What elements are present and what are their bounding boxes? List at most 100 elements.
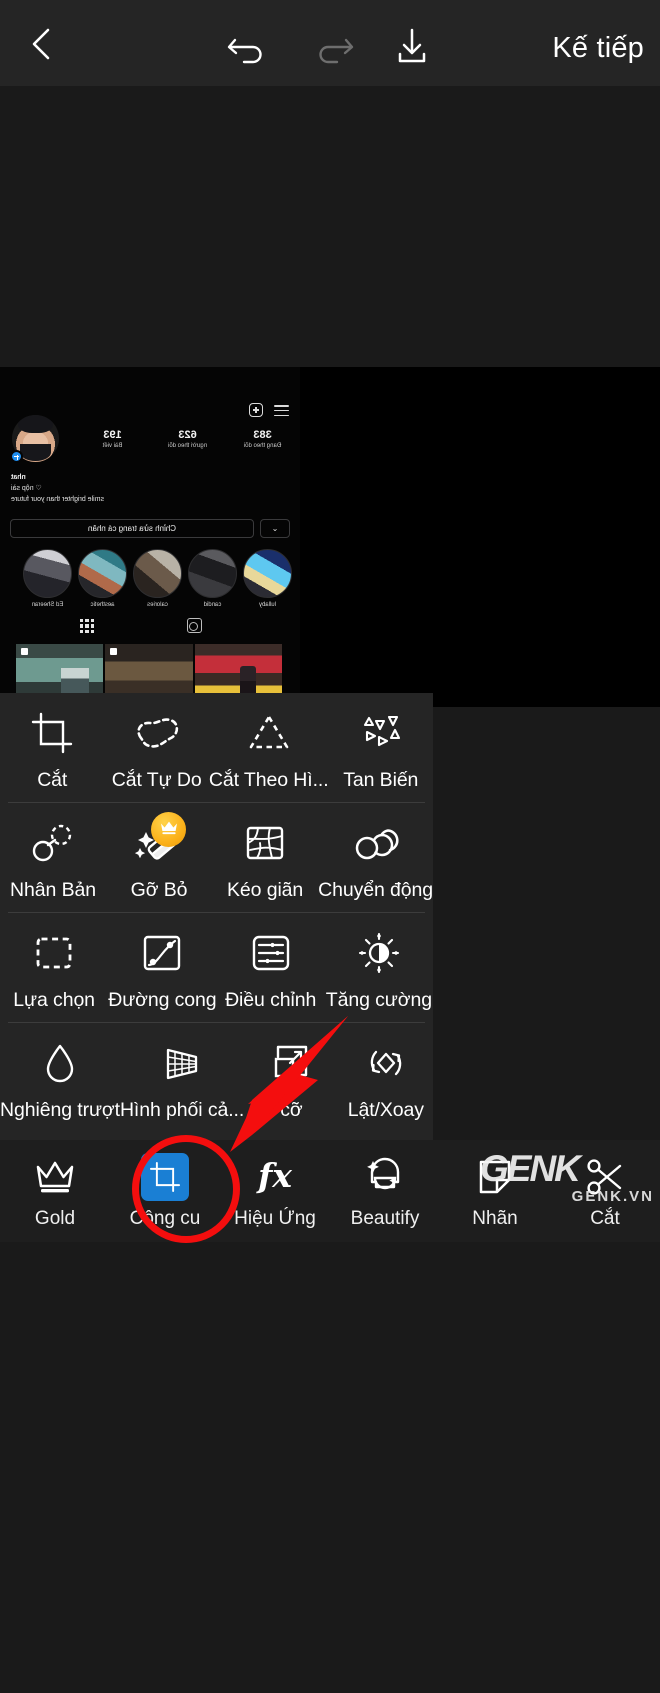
tilt-shift-drop-icon <box>32 1037 88 1089</box>
profile-bio: nhat ♡ nộp sài smile brighter than your … <box>11 472 241 505</box>
highlight-item: calories <box>133 549 182 609</box>
hamburger-icon <box>274 405 289 417</box>
tool-lat-xoay[interactable]: Lật/Xoay <box>339 1023 433 1133</box>
undo-button[interactable] <box>218 28 278 68</box>
highlight-item: candid <box>188 549 237 609</box>
canvas-empty-area <box>0 86 660 367</box>
tool-cat[interactable]: Cắt <box>0 693 104 803</box>
selection-icon <box>26 927 82 979</box>
save-button[interactable] <box>382 26 442 70</box>
flip-rotate-icon <box>358 1037 414 1089</box>
tool-hinh-phoi-canh[interactable]: Hình phối cả... <box>120 1023 244 1133</box>
avatar-add-icon <box>10 450 23 463</box>
stat-number: 193 <box>103 429 122 441</box>
redo-icon <box>312 28 354 69</box>
tool-tang-cuong[interactable]: Tăng cường <box>325 913 433 1023</box>
tools-panel[interactable]: Cắt Cắt Tự Do Cắt Theo Hì... Tan Biến Nh… <box>0 693 433 1140</box>
selected-tool-icon-box <box>140 1152 190 1202</box>
tool-cat-theo-hinh[interactable]: Cắt Theo Hì... <box>209 693 329 803</box>
tool-lua-chon[interactable]: Lựa chọn <box>0 913 108 1023</box>
tool-duong-cong[interactable]: Đường cong <box>108 913 217 1023</box>
nav-item-gold[interactable]: Gold <box>0 1152 110 1230</box>
curves-icon <box>134 927 190 979</box>
bio-line-3: smile brighter than your future <box>11 496 104 503</box>
redo-button[interactable] <box>303 28 363 68</box>
nav-item-beautify[interactable]: Beautify <box>330 1152 440 1230</box>
highlight-label: candid <box>203 602 222 608</box>
enhance-brightness-icon <box>351 927 407 979</box>
stat-item: 193 Bài viết <box>75 429 150 451</box>
tool-nhan-ban[interactable]: Nhân Bản <box>0 803 106 913</box>
tool-row: Nhân Bản Gỡ Bỏ Kéo giãn Chuyển động <box>0 803 433 913</box>
grid-tab-icon <box>80 619 94 633</box>
stat-number: 383 <box>253 429 272 441</box>
tool-label: Điều chỉnh <box>225 989 317 1011</box>
next-button[interactable]: Kế tiếp <box>552 26 644 70</box>
tool-kich-co[interactable]: cỡ <box>244 1023 338 1133</box>
stat-label: Bài viết <box>102 443 123 449</box>
tool-label: Gỡ Bỏ <box>130 879 188 901</box>
resize-icon <box>263 1037 319 1089</box>
tool-go-bo[interactable]: Gỡ Bỏ <box>106 803 212 913</box>
tool-label: Nhân Bản <box>10 879 96 901</box>
tool-tan-bien[interactable]: Tan Biến <box>329 693 433 803</box>
nav-label: Beautify <box>350 1208 420 1229</box>
tool-label: Lật/Xoay <box>347 1099 424 1121</box>
highlight-label: lullaby <box>259 602 277 608</box>
tool-dieu-chinh[interactable]: Điều chỉnh <box>217 913 325 1023</box>
tool-label: Kéo giãn <box>226 879 304 901</box>
tool-row: Lựa chọn Đường cong Điều chỉnh Tăng cườn… <box>0 913 433 1023</box>
tool-label: cỡ <box>280 1099 303 1121</box>
add-icon <box>249 403 263 417</box>
nav-label: Công cu <box>129 1208 201 1229</box>
tool-label: Cắt Theo Hì... <box>208 769 329 791</box>
perspective-grid-icon <box>154 1037 210 1089</box>
tool-label: Chuyển động <box>318 879 434 901</box>
undo-icon <box>227 28 269 69</box>
tool-label: Hình phối cả... <box>119 1099 245 1121</box>
stat-item: 623 người theo dõi <box>150 429 225 451</box>
profile-name: nhat <box>11 474 26 481</box>
motion-icon <box>348 817 404 869</box>
nav-item-hieu-ung[interactable]: fx Hiệu Ứng <box>220 1152 330 1230</box>
stat-label: Đang theo dõi <box>243 443 282 449</box>
watermark-site-text: GENK.VN <box>571 1188 654 1205</box>
genk-watermark: GENK GENK.VN <box>480 1150 658 1214</box>
tool-row: Nghiêng trượt Hình phối cả... cỡ Lật/Xoa… <box>0 1023 433 1133</box>
crown-icon <box>30 1152 80 1202</box>
chevron-left-icon <box>27 24 57 69</box>
stat-item: 383 Đang theo dõi <box>225 429 300 451</box>
tool-chuyen-dong[interactable]: Chuyển động <box>318 803 433 913</box>
next-label: Kế tiếp <box>552 31 644 64</box>
tool-label: Tan Biến <box>343 769 419 791</box>
highlight-item: lullaby <box>243 549 292 609</box>
tool-label: Lựa chọn <box>13 989 95 1011</box>
preview-image-content: 383 Đang theo dõi 623 người theo dõi 193… <box>0 367 300 707</box>
tool-row: Cắt Cắt Tự Do Cắt Theo Hì... Tan Biến <box>0 693 433 803</box>
svg-text:fx: fx <box>256 1156 292 1195</box>
clone-icon <box>25 817 81 869</box>
highlight-label: Ed Sheeran <box>31 602 64 608</box>
crown-icon <box>159 819 179 841</box>
face-sparkle-icon <box>360 1152 410 1202</box>
tool-cat-tu-do[interactable]: Cắt Tự Do <box>104 693 208 803</box>
adjust-sliders-icon <box>243 927 299 979</box>
watermark-logo-text: GENK <box>480 1148 581 1189</box>
tool-nghieng-truot[interactable]: Nghiêng trượt <box>0 1023 120 1133</box>
tool-label: Cắt Tự Do <box>111 769 202 791</box>
tool-label: Đường cong <box>108 989 217 1011</box>
stat-label: người theo dõi <box>168 443 207 449</box>
dispersion-icon <box>353 707 409 759</box>
highlight-label: calories <box>147 602 168 608</box>
bio-line-2: ♡ nộp sài <box>11 485 42 492</box>
highlight-item: aesthetic <box>78 549 127 609</box>
highlight-item: Ed Sheeran <box>23 549 72 609</box>
tool-label: Tăng cường <box>325 989 432 1011</box>
nav-item-cong-cu[interactable]: Công cu <box>110 1152 220 1230</box>
tagged-tab-icon <box>187 618 202 633</box>
tool-keo-gian[interactable]: Kéo giãn <box>212 803 318 913</box>
nav-label: Gold <box>34 1208 76 1229</box>
photo-preview[interactable]: 383 Đang theo dõi 623 người theo dõi 193… <box>0 367 660 707</box>
stretch-mesh-icon <box>237 817 293 869</box>
back-button[interactable] <box>14 28 70 64</box>
